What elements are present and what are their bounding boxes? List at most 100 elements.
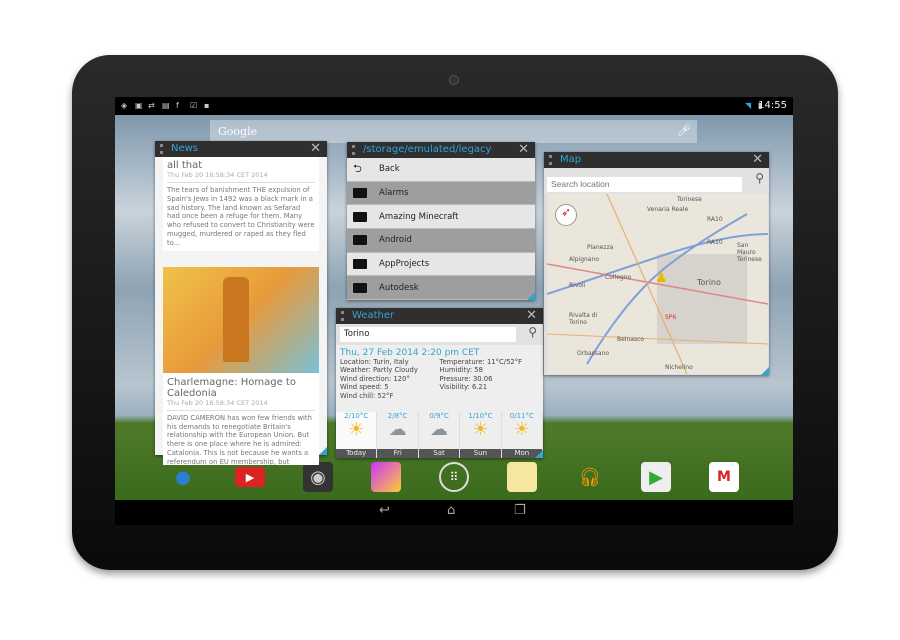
forecast-day[interactable]: 1/10°C ☀ Sun	[460, 412, 502, 458]
drag-handle-icon[interactable]	[160, 144, 163, 154]
home-button[interactable]: ⌂	[447, 503, 455, 518]
news-widget: News ✕ all that Thu Feb 20 16:58:34 CET 2…	[155, 141, 327, 465]
map-header: Map ✕	[544, 152, 769, 168]
day-label: Today	[336, 449, 377, 458]
forecast: 2/10°C ☀ Today 2/8°C ☁ Fri 0/9°C ☁ Sat 1/10°C ☀…	[336, 412, 544, 458]
map-label: Alpignano	[569, 256, 600, 263]
location-icon: ◈	[121, 101, 128, 110]
weather-date: Thu, 27 Feb 2014 2:20 pm CET	[340, 348, 480, 358]
google-logo: Google	[218, 125, 258, 138]
front-camera	[449, 75, 459, 85]
file-row[interactable]: Alarms	[347, 181, 535, 206]
folder-icon	[353, 259, 367, 270]
detail: Wind speed: 5	[340, 383, 389, 392]
briefcase-icon: ▪	[204, 101, 210, 110]
file-label: Alarms	[379, 188, 409, 199]
news-item[interactable]: Charlemagne: Homage to Caledonia Thu Feb…	[163, 266, 319, 465]
resize-handle[interactable]	[761, 367, 769, 375]
forecast-day[interactable]: 2/10°C ☀ Today	[336, 412, 378, 458]
folder-icon	[353, 211, 367, 222]
drag-handle-icon[interactable]	[352, 145, 355, 155]
sunny-icon: ☀	[472, 419, 489, 440]
detail: Weather: Partly Cloudy	[340, 366, 418, 375]
sim-icon: ▤	[162, 101, 170, 110]
forecast-day[interactable]: 0/9°C ☁ Sat	[418, 412, 461, 458]
notes-icon[interactable]	[507, 462, 537, 492]
map-label: San Mauro Torinese	[737, 242, 762, 263]
weather-header: Weather ✕	[336, 308, 543, 324]
map-label: Rivalta di Torino	[569, 312, 598, 326]
detail: Wind direction: 120°	[340, 374, 410, 383]
browser-icon[interactable]: ●	[168, 462, 198, 492]
news-date: Thu Feb 20 16:58:34 CET 2014	[167, 399, 315, 411]
gallery-icon[interactable]	[371, 462, 401, 492]
news-image	[163, 266, 319, 373]
resize-handle[interactable]	[535, 450, 543, 458]
compass-icon[interactable]: ➶	[555, 204, 577, 226]
map-label: Beinasco	[617, 336, 645, 343]
gmail-icon[interactable]: M	[709, 462, 739, 492]
app-drawer-icon[interactable]: ⠿	[439, 462, 469, 492]
camera-icon[interactable]: ◉	[303, 462, 333, 492]
detail: Visibility: 6.21	[439, 383, 488, 392]
news-header: News ✕	[155, 141, 327, 157]
map-label: RA10	[707, 216, 723, 223]
folder-icon	[353, 188, 367, 199]
map-widget: Map ✕ ⚲ Torinese Venaria Reale RA10 RA10 …	[544, 152, 769, 375]
forecast-day[interactable]: 2/8°C ☁ Fri	[377, 412, 419, 458]
file-row[interactable]: Amazing Minecraft	[347, 205, 535, 230]
partly-cloudy-icon: ☀	[348, 419, 365, 440]
day-label: Fri	[377, 449, 418, 458]
wifi-icon: ◥	[745, 101, 752, 110]
close-icon[interactable]: ✕	[752, 152, 763, 167]
detail: Location: Turin, Italy	[340, 358, 409, 366]
news-item[interactable]: all that Thu Feb 20 16:58:34 CET 2014 Th…	[163, 157, 319, 251]
map-label: Orbassano	[577, 350, 610, 357]
back-button[interactable]: ↩	[379, 503, 390, 518]
close-icon[interactable]: ✕	[526, 308, 537, 323]
google-search-bar[interactable]: Google 🎤︎	[210, 120, 697, 143]
widget-title: News	[171, 143, 199, 154]
map-view[interactable]: Torinese Venaria Reale RA10 RA10 Pianezz…	[547, 194, 768, 374]
search-icon[interactable]: ⚲	[755, 171, 764, 185]
weather-search-input[interactable]: Torino	[340, 327, 516, 342]
pegman-icon[interactable]: ♟	[655, 270, 668, 286]
map-label: Rivoli	[569, 282, 586, 289]
clock: 14:55	[758, 100, 787, 111]
drag-handle-icon[interactable]	[341, 311, 344, 321]
resize-handle[interactable]	[319, 447, 327, 455]
youtube-icon[interactable]: ▶	[235, 467, 265, 487]
close-icon[interactable]: ✕	[518, 142, 529, 157]
file-label: Back	[379, 164, 400, 175]
task-icon: ☑	[190, 101, 198, 110]
map-search-input[interactable]	[547, 176, 742, 192]
microphone-icon[interactable]: 🎤︎	[677, 124, 691, 137]
close-icon[interactable]: ✕	[310, 141, 321, 156]
partly-cloudy-icon: ☀	[513, 419, 530, 440]
map-label: Collegno	[605, 274, 632, 281]
file-row[interactable]: Autodesk	[347, 276, 535, 301]
folder-icon	[353, 282, 367, 293]
news-title: Charlemagne: Homage to Caledonia	[167, 376, 296, 399]
map-label: SP6	[665, 314, 677, 321]
file-browser-widget: /storage/emulated/legacy ✕ ⮌ Back Alarms A…	[347, 142, 535, 301]
play-store-icon[interactable]: ▶	[641, 462, 671, 492]
music-icon[interactable]: 🎧︎	[575, 462, 605, 492]
recents-button[interactable]: ❐	[514, 503, 526, 518]
file-row-back[interactable]: ⮌ Back	[347, 158, 535, 182]
widget-title: Weather	[352, 310, 395, 321]
map-label: Torino	[697, 278, 721, 287]
detail: Wind chill: 52°F	[340, 391, 394, 400]
news-body: The tears of banishment THE expulsion of…	[167, 186, 315, 247]
search-icon[interactable]: ⚲	[528, 325, 537, 339]
detail: Pressure: 30.06	[439, 374, 493, 383]
drag-handle-icon[interactable]	[549, 155, 552, 165]
file-row[interactable]: Android	[347, 229, 535, 253]
map-label: Nichelino	[665, 364, 693, 371]
resize-handle[interactable]	[527, 292, 535, 300]
map-label: Pianezza	[587, 244, 614, 251]
widget-title: Map	[560, 154, 582, 165]
detail: Temperature: 11°C/52°F	[439, 358, 523, 366]
file-label: AppProjects	[379, 259, 430, 270]
file-row[interactable]: AppProjects	[347, 252, 535, 277]
